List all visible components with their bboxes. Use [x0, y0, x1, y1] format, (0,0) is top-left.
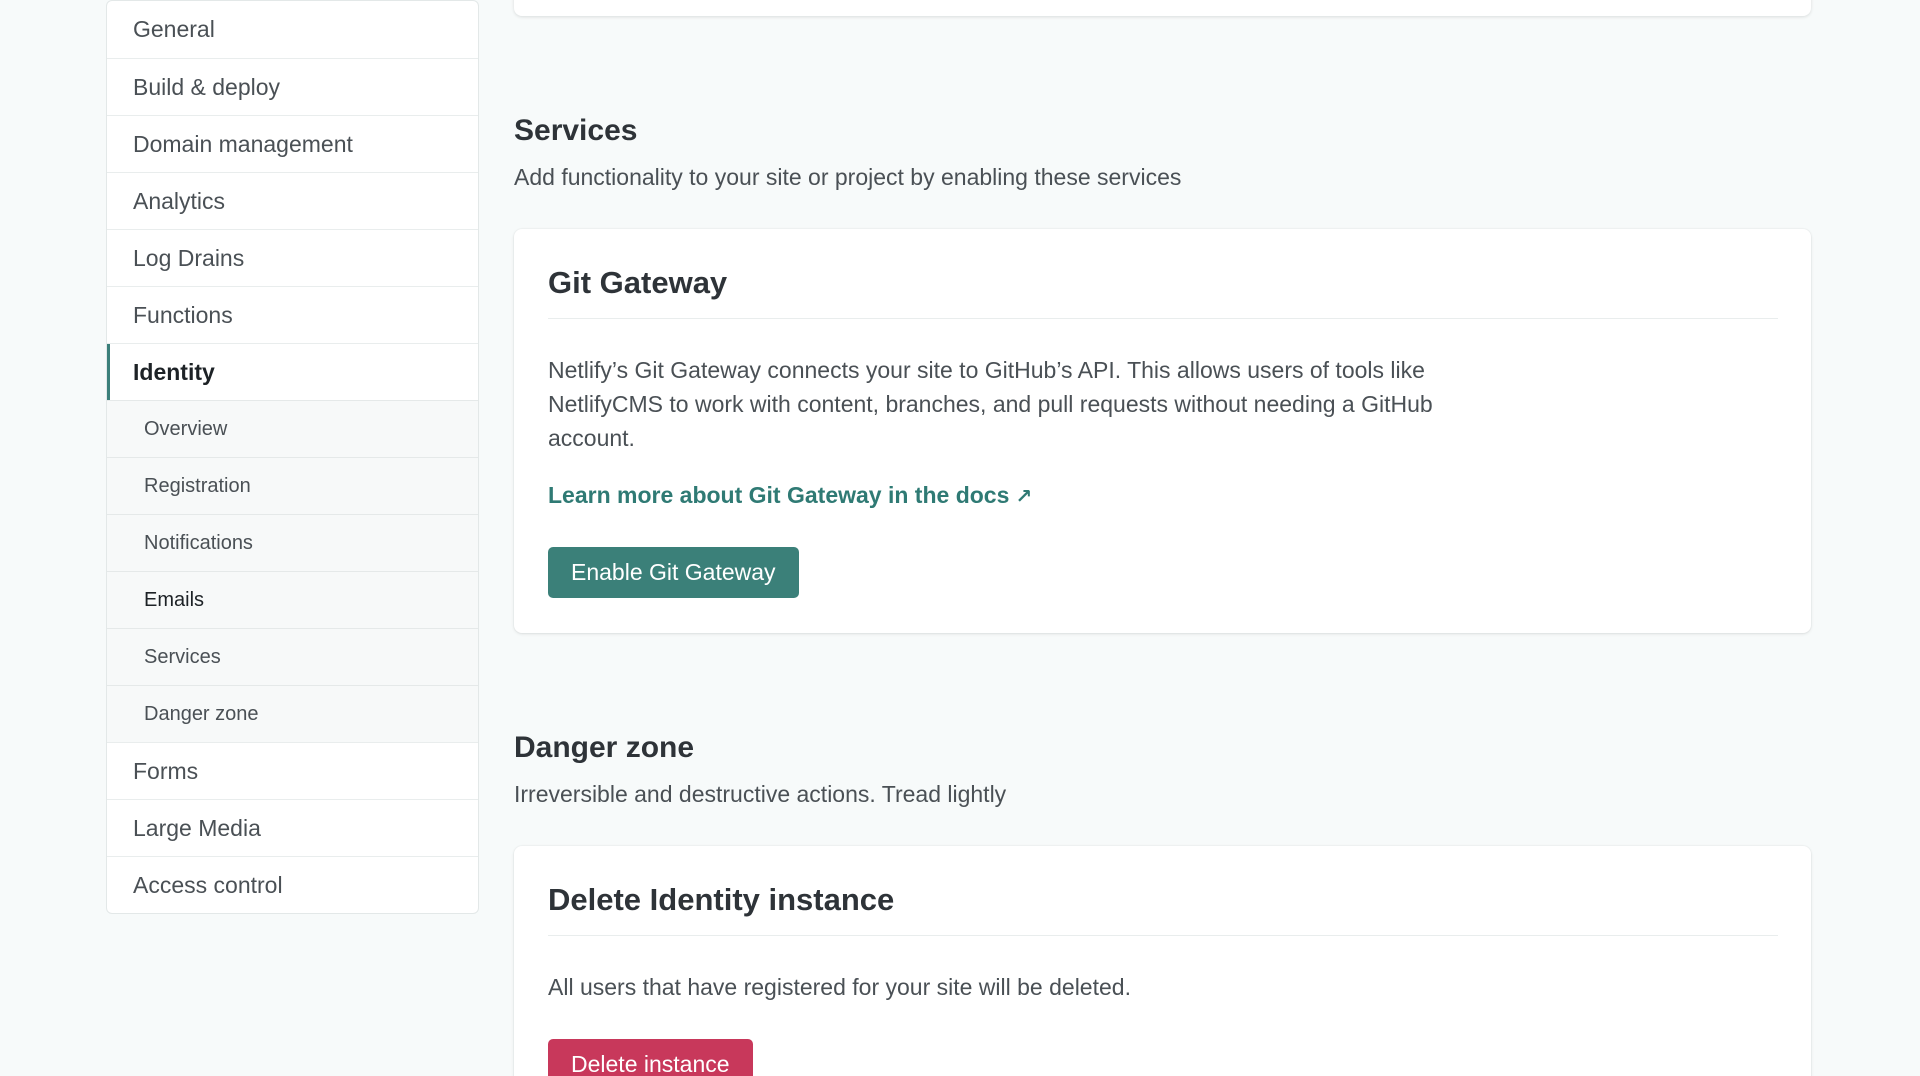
sidebar-item-functions[interactable]: Functions — [107, 286, 478, 343]
sidebar-subitem-emails[interactable]: Emails — [107, 571, 478, 628]
sidebar-item-access-control[interactable]: Access control — [107, 856, 478, 913]
delete-identity-description: All users that have registered for your … — [548, 974, 1131, 1000]
services-section-description: Add functionality to your site or projec… — [514, 164, 1182, 190]
card-divider — [548, 935, 1778, 936]
git-gateway-card: Git Gateway Netlify’s Git Gateway connec… — [514, 229, 1811, 633]
sidebar-subitem-registration[interactable]: Registration — [107, 457, 478, 514]
settings-sidebar: General Build & deploy Domain management… — [106, 0, 479, 914]
sidebar-subitem-services[interactable]: Services — [107, 628, 478, 685]
sidebar-item-identity[interactable]: Identity — [107, 343, 478, 400]
services-section-title: Services — [514, 114, 638, 147]
sidebar-item-build-deploy[interactable]: Build & deploy — [107, 58, 478, 115]
sidebar-item-log-drains[interactable]: Log Drains — [107, 229, 478, 286]
git-gateway-description: Netlify’s Git Gateway connects your site… — [548, 357, 1433, 451]
delete-instance-button[interactable]: Delete instance — [548, 1039, 753, 1076]
site-settings-page: General Build & deploy Domain management… — [0, 0, 1920, 1076]
sidebar-subitem-overview[interactable]: Overview — [107, 400, 478, 457]
sidebar-item-general[interactable]: General — [107, 1, 478, 58]
sidebar-item-analytics[interactable]: Analytics — [107, 172, 478, 229]
external-link-arrow-icon: ↗ — [1015, 486, 1033, 508]
sidebar-item-domain-management[interactable]: Domain management — [107, 115, 478, 172]
danger-zone-section-description: Irreversible and destructive actions. Tr… — [514, 781, 1007, 807]
previous-card-edge — [514, 0, 1811, 16]
sidebar-subitem-notifications[interactable]: Notifications — [107, 514, 478, 571]
delete-identity-card: Delete Identity instance All users that … — [514, 846, 1811, 1076]
sidebar-item-large-media[interactable]: Large Media — [107, 799, 478, 856]
git-gateway-docs-link[interactable]: Learn more about Git Gateway in the docs… — [548, 482, 1032, 509]
enable-git-gateway-button[interactable]: Enable Git Gateway — [548, 547, 799, 598]
sidebar-item-forms[interactable]: Forms — [107, 742, 478, 799]
danger-zone-section-title: Danger zone — [514, 731, 695, 764]
docs-link-label: Learn more about Git Gateway in the docs — [548, 482, 1010, 508]
git-gateway-title: Git Gateway — [548, 265, 728, 300]
card-divider — [548, 318, 1778, 319]
sidebar-subitem-danger-zone[interactable]: Danger zone — [107, 685, 478, 742]
delete-identity-title: Delete Identity instance — [548, 882, 895, 917]
